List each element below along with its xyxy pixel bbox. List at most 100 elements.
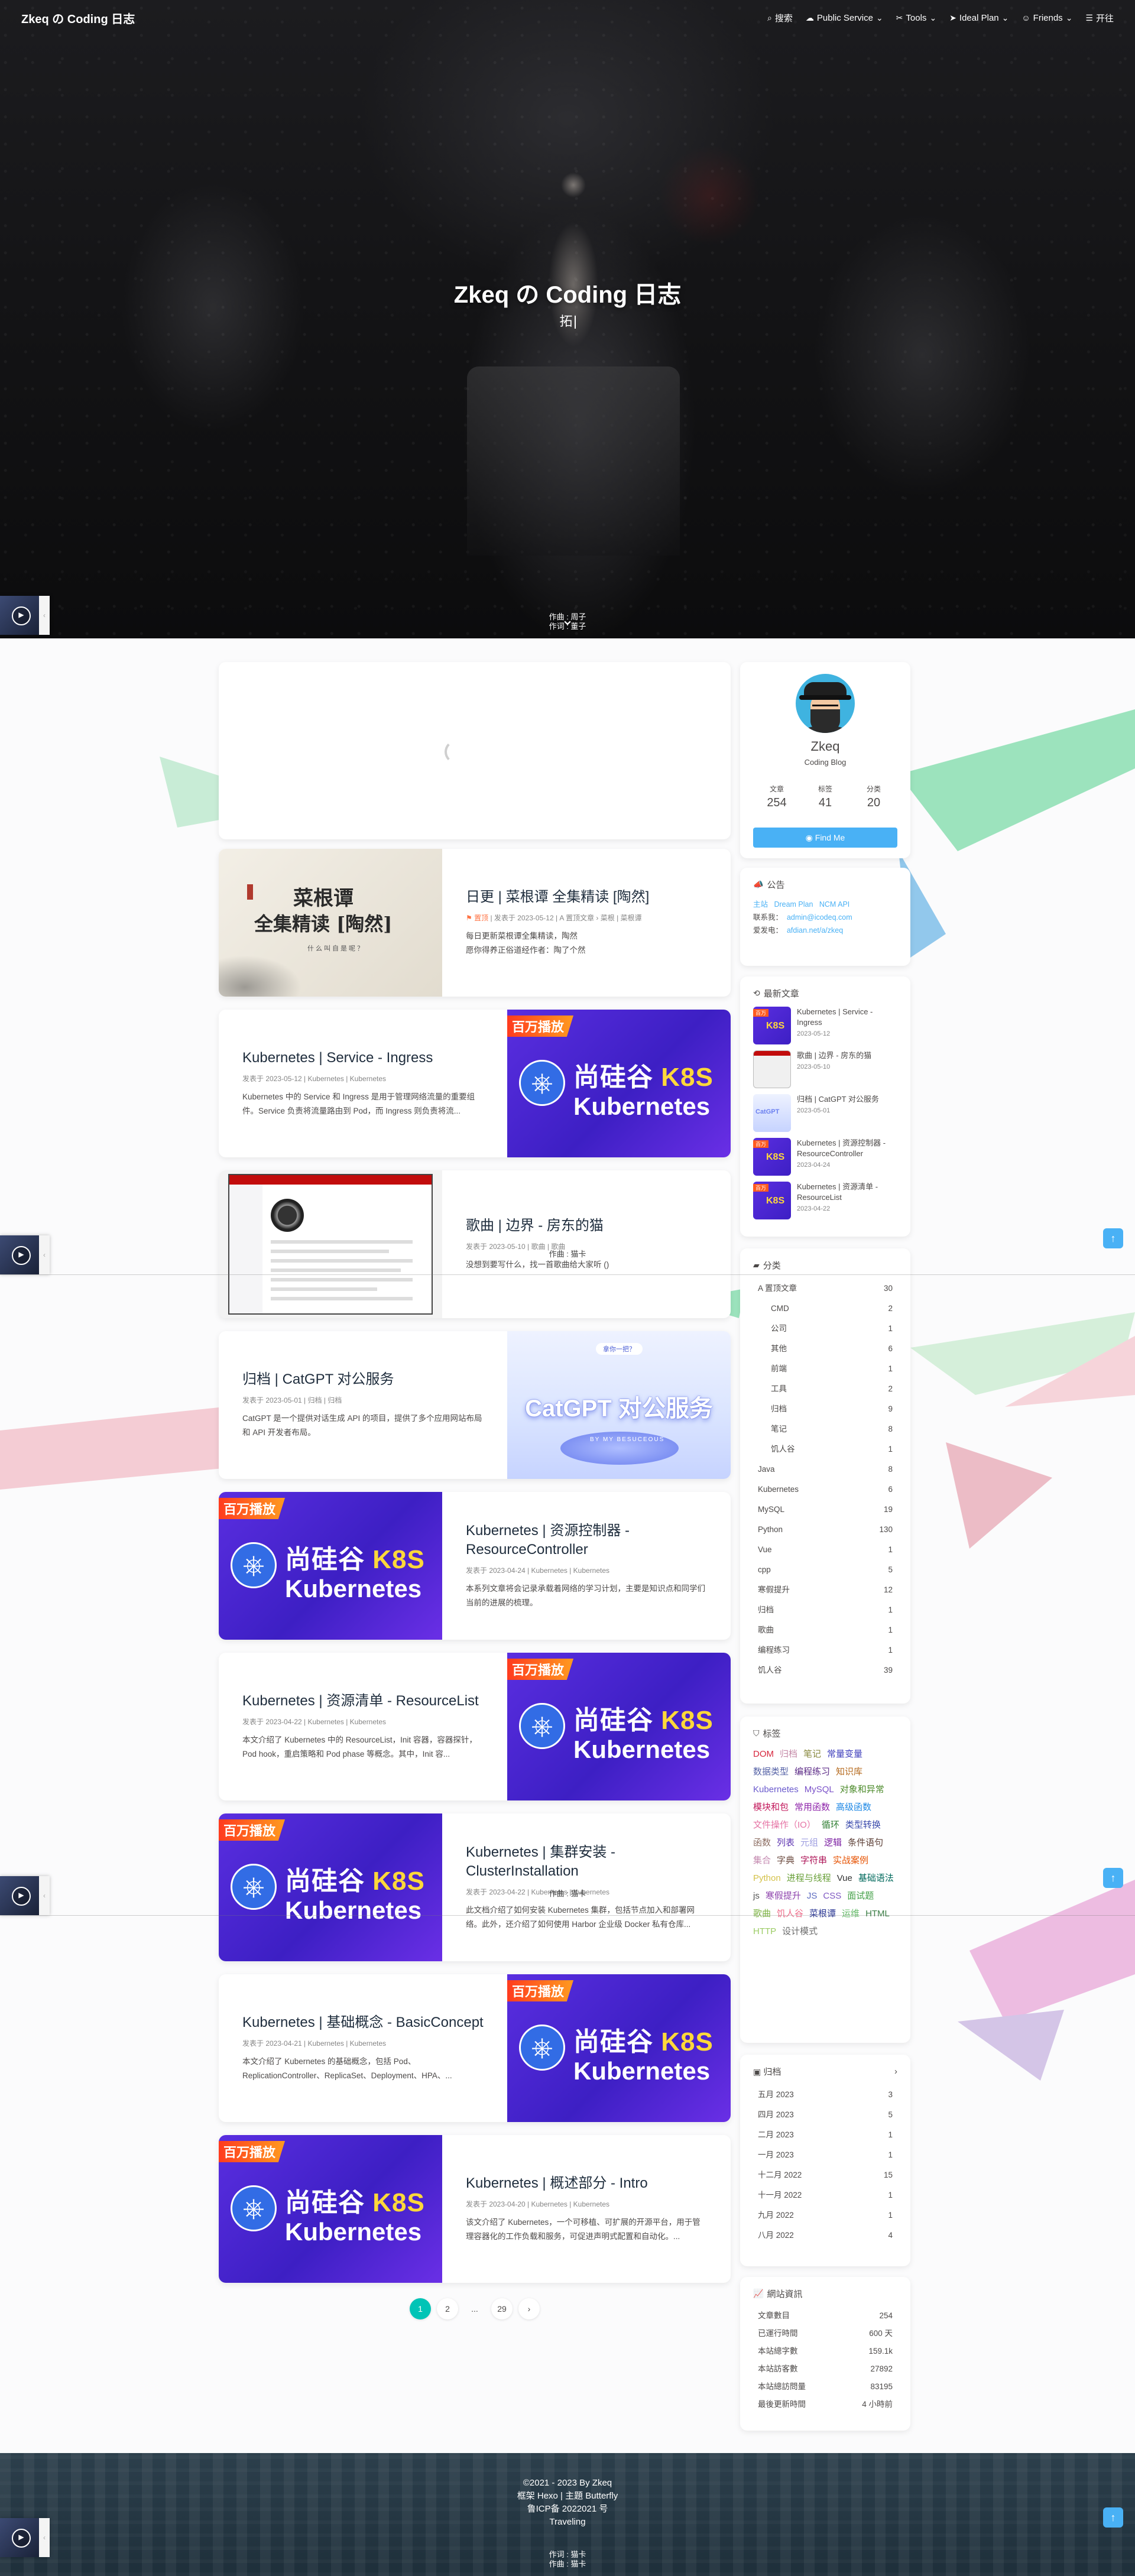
category-item[interactable]: 歌曲 1 (753, 1620, 897, 1640)
back-to-top-button[interactable]: ↑ (1103, 2507, 1123, 2528)
recent-post-title[interactable]: 歌曲 | 边界 - 房东的猫 (797, 1050, 897, 1061)
tag-link[interactable]: 实战案例 (833, 1853, 868, 1868)
post-card[interactable]: 百万播放 ⎈ 尚硅谷 K8S Kubernetes Kubernetes | S… (219, 1010, 731, 1157)
chevron-left-icon[interactable]: ‹ (39, 596, 50, 635)
tag-link[interactable]: 高级函数 (836, 1800, 871, 1815)
recent-post-title[interactable]: Kubernetes | 资源控制器 - ResourceController (797, 1138, 897, 1159)
tag-link[interactable]: 知识库 (836, 1764, 862, 1780)
nav-search[interactable]: ⌕ 搜索 (767, 12, 793, 24)
tag-link[interactable]: 常用函数 (794, 1800, 830, 1815)
page-button-2[interactable]: 2 (437, 2298, 458, 2319)
recent-post-thumbnail[interactable] (753, 1094, 791, 1132)
find-me-button[interactable]: ◉ Find Me (753, 828, 897, 848)
post-title[interactable]: Kubernetes | 概述部分 - Intro (466, 2174, 707, 2193)
author-avatar[interactable] (796, 674, 855, 733)
post-title[interactable]: Kubernetes | 基础概念 - BasicConcept (242, 2013, 484, 2032)
tag-link[interactable]: 元组 (800, 1835, 818, 1851)
category-item[interactable]: 归档 9 (753, 1399, 897, 1419)
post-cover[interactable]: 拿你一把？ CatGPT 对公服务 BY MY BESUCEOUS (507, 1331, 731, 1479)
recent-post-thumbnail[interactable] (753, 1182, 791, 1219)
post-cover[interactable]: 百万播放 ⎈ 尚硅谷 K8S Kubernetes (507, 1010, 731, 1157)
nav-ideal-plan[interactable]: ➤ Ideal Plan ⌄ (949, 12, 1008, 24)
tag-link[interactable]: 条件语句 (848, 1835, 883, 1851)
recent-post-title[interactable]: 归档 | CatGPT 对公服务 (797, 1094, 897, 1105)
archive-item[interactable]: 五月 2023 3 (753, 2085, 897, 2105)
post-title[interactable]: Kubernetes | Service - Ingress (242, 1049, 484, 1068)
tag-link[interactable]: 列表 (777, 1835, 794, 1851)
category-item[interactable]: 笔记 8 (753, 1419, 897, 1439)
tag-link[interactable]: MySQL (805, 1782, 834, 1798)
recent-post-thumbnail[interactable] (753, 1138, 791, 1176)
tag-link[interactable]: Vue (837, 1871, 852, 1886)
post-title[interactable]: 歌曲 | 边界 - 房东的猫 (466, 1216, 707, 1235)
tag-link[interactable]: HTML (865, 1906, 890, 1922)
tag-link[interactable]: 进程与线程 (787, 1871, 831, 1886)
tag-link[interactable]: 类型转换 (845, 1818, 881, 1833)
tag-link[interactable]: 常量变量 (827, 1747, 862, 1762)
category-item[interactable]: A 置顶文章 30 (753, 1279, 897, 1299)
tag-link[interactable]: 数据类型 (753, 1764, 789, 1780)
post-card[interactable]: 百万播放 ⎈ 尚硅谷 K8S Kubernetes Kubernetes | 资… (219, 1492, 731, 1640)
page-button-1[interactable]: 1 (410, 2298, 431, 2319)
post-title[interactable]: Kubernetes | 资源控制器 - ResourceController (466, 1521, 707, 1559)
category-item[interactable]: 归档 1 (753, 1600, 897, 1620)
recent-post-title[interactable]: Kubernetes | Service - Ingress (797, 1007, 897, 1028)
category-item[interactable]: Vue 1 (753, 1540, 897, 1560)
category-item[interactable]: 寒假提升 12 (753, 1580, 897, 1600)
post-card[interactable]: 百万播放 ⎈ 尚硅谷 K8S Kubernetes Kubernetes | 资… (219, 1653, 731, 1800)
sponsor-link[interactable]: afdian.net/a/zkeq (787, 926, 843, 935)
tag-link[interactable]: 基础语法 (858, 1871, 894, 1886)
nav-public-service[interactable]: ☁ Public Service ⌄ (806, 12, 883, 24)
tag-link[interactable]: 饥人谷 (777, 1906, 803, 1922)
back-to-top-button[interactable]: ↑ (1103, 1228, 1123, 1248)
page-button-last[interactable]: 29 (491, 2298, 513, 2319)
post-title[interactable]: 归档 | CatGPT 对公服务 (242, 1370, 484, 1389)
play-icon[interactable] (0, 596, 39, 635)
category-item[interactable]: CMD 2 (753, 1299, 897, 1319)
link-dream-plan[interactable]: Dream Plan (774, 900, 813, 909)
footer-travel-status[interactable]: Traveling (0, 2516, 1135, 2529)
archive-item[interactable]: 十一月 2022 1 (753, 2185, 897, 2205)
link-ncm-api[interactable]: NCM API (819, 900, 849, 909)
category-item[interactable]: cpp 5 (753, 1560, 897, 1580)
category-item[interactable]: 公司 1 (753, 1319, 897, 1339)
post-cover[interactable]: 百万播放 ⎈ 尚硅谷 K8S Kubernetes (219, 2135, 442, 2283)
tag-link[interactable]: 编程练习 (794, 1764, 830, 1780)
post-cover[interactable] (219, 1170, 442, 1318)
post-cover[interactable]: 百万播放 ⎈ 尚硅谷 K8S Kubernetes (507, 1653, 731, 1800)
tag-link[interactable]: 循环 (822, 1818, 839, 1833)
post-cover[interactable]: 百万播放 ⎈ 尚硅谷 K8S Kubernetes (219, 1813, 442, 1961)
post-card[interactable]: 百万播放 ⎈ 尚硅谷 K8S Kubernetes Kubernetes | 基… (219, 1974, 731, 2122)
footer-framework[interactable]: 框架 Hexo | 主題 Butterfly (0, 2490, 1135, 2503)
tag-link[interactable]: Python (753, 1871, 781, 1886)
category-item[interactable]: Java 8 (753, 1459, 897, 1480)
tag-link[interactable]: 设计模式 (782, 1924, 818, 1939)
articles-count[interactable]: 文章 254 (753, 784, 800, 810)
tag-link[interactable]: 笔记 (803, 1747, 821, 1762)
tag-link[interactable]: 字典 (777, 1853, 794, 1868)
tag-link[interactable]: Kubernetes (753, 1782, 799, 1798)
category-item[interactable]: 其他 6 (753, 1339, 897, 1359)
post-cover[interactable]: 百万播放 ⎈ 尚硅谷 K8S Kubernetes (507, 1974, 731, 2122)
scroll-down-icon[interactable]: ⌄ (559, 611, 576, 628)
next-page-button[interactable]: › (518, 2298, 540, 2319)
tag-link[interactable]: 模块和包 (753, 1800, 789, 1815)
music-player[interactable]: ‹ (0, 596, 50, 635)
nav-tools[interactable]: ✂ Tools ⌄ (896, 12, 937, 24)
category-item[interactable]: 前端 1 (753, 1359, 897, 1379)
tag-link[interactable]: 逻辑 (824, 1835, 842, 1851)
chevron-right-icon[interactable]: › (894, 2066, 897, 2077)
footer-icp[interactable]: 鲁ICP备 2022021 号 (0, 2503, 1135, 2516)
tags-count[interactable]: 标签 41 (802, 784, 849, 810)
post-card[interactable]: 菜根谭 全集精读 [陶然] 什么叫自是呢？ 日更 | 菜根谭 全集精读 [陶然]… (219, 849, 731, 997)
category-item[interactable]: 饥人谷 1 (753, 1439, 897, 1459)
recent-post-thumbnail[interactable] (753, 1050, 791, 1088)
post-card[interactable]: 歌曲 | 边界 - 房东的猫 发表于 2023-05-10 | 歌曲 | 歌曲 … (219, 1170, 731, 1318)
contact-email-link[interactable]: admin@icodeq.com (787, 913, 852, 922)
tag-link[interactable]: 对象和异常 (840, 1782, 884, 1798)
post-title[interactable]: Kubernetes | 资源清单 - ResourceList (242, 1692, 484, 1711)
archive-item[interactable]: 一月 2023 1 (753, 2145, 897, 2165)
post-title[interactable]: 日更 | 菜根谭 全集精读 [陶然] (466, 888, 707, 907)
play-icon[interactable] (0, 2518, 39, 2557)
tag-link[interactable]: 菜根谭 (809, 1906, 836, 1922)
